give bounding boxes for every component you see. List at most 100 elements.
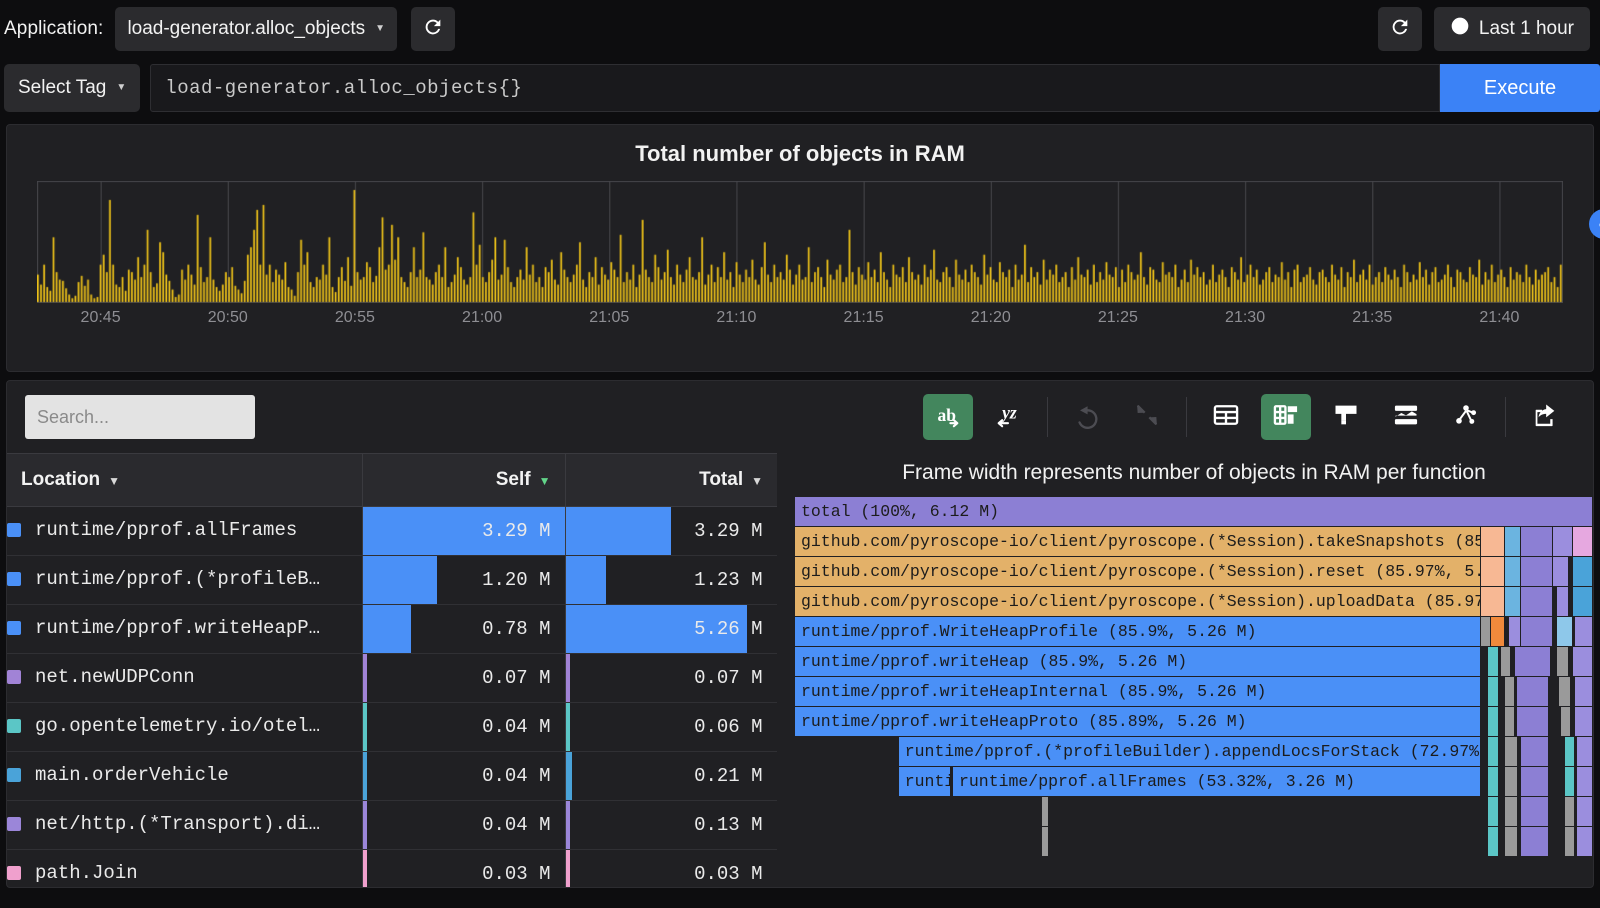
flamegraph-frame[interactable] (1490, 617, 1506, 646)
flamegraph-frame[interactable]: runtime/pprof.writeHeapProto (85.89%, 5.… (795, 707, 1482, 736)
flamegraph-frame[interactable] (1559, 677, 1571, 706)
flamegraph-frame[interactable] (1557, 617, 1574, 646)
flamegraph-frame[interactable] (1565, 767, 1575, 796)
flamegraph-frame[interactable] (1521, 587, 1554, 616)
flamegraph-frame[interactable] (1487, 767, 1499, 796)
application-select[interactable]: load-generator.alloc_objects ▼ (115, 7, 398, 51)
flamegraph-frame[interactable] (1521, 797, 1550, 826)
flamegraph-frame[interactable] (1521, 737, 1550, 766)
flamegraph-frame[interactable] (1505, 827, 1518, 856)
flamegraph-frame[interactable] (1505, 797, 1518, 826)
flamegraph-frame[interactable] (1501, 647, 1511, 676)
refresh-button[interactable] (1377, 7, 1422, 51)
flamegraph-frame[interactable] (1573, 587, 1593, 616)
query-input[interactable] (150, 64, 1440, 112)
flamegraph-frame[interactable]: github.com/pyroscope-io/client/pyroscope… (795, 587, 1482, 616)
flamegraph-frame[interactable] (1481, 587, 1506, 616)
flamegraph-frame[interactable]: runtime/pprof.(*… (898, 767, 951, 796)
flamegraph-frame[interactable] (1487, 827, 1499, 856)
table-row[interactable]: main.orderVehicle 0.04 M 0.21 M (7, 751, 777, 801)
flamegraph-frame[interactable] (1577, 797, 1593, 826)
flamegraph-frame[interactable] (1521, 617, 1554, 646)
flamegraph-frame[interactable] (1561, 707, 1571, 736)
table-row[interactable]: runtime/pprof.(*profileB… 1.20 M 1.23 M (7, 555, 777, 605)
table-row[interactable]: runtime/pprof.allFrames 3.29 M 3.29 M (7, 506, 777, 556)
flamegraph-frame[interactable] (1487, 677, 1499, 706)
flamegraph-frame[interactable] (1487, 737, 1499, 766)
tree-view-button[interactable] (1441, 394, 1491, 440)
time-range-picker[interactable]: Last 1 hour (1433, 7, 1590, 51)
side-panel-toggle[interactable]: ∞ (1589, 209, 1600, 239)
collapse-a-z-button[interactable]: ab (923, 394, 973, 440)
table-row[interactable]: path.Join 0.03 M 0.03 M (7, 849, 777, 887)
flamegraph-frame[interactable] (1487, 707, 1499, 736)
flamegraph-frame[interactable] (1487, 797, 1499, 826)
flamegraph-frame[interactable] (1505, 677, 1515, 706)
flamegraph-frame[interactable]: total (100%, 6.12 M) (795, 497, 1593, 526)
table-row[interactable]: net.newUDPConn 0.07 M 0.07 M (7, 653, 777, 703)
column-header-total[interactable]: Total ▼ (565, 454, 777, 507)
column-header-self[interactable]: Self ▼ (362, 454, 566, 507)
flamegraph-frame[interactable] (1505, 737, 1518, 766)
flamegraph-frame[interactable] (1481, 557, 1506, 586)
flamegraph-frame[interactable] (1505, 707, 1515, 736)
table-view-button[interactable] (1201, 394, 1251, 440)
flamegraph-frame[interactable] (1514, 647, 1551, 676)
flamegraph-frame[interactable] (1509, 617, 1522, 646)
flamegraph-frame[interactable] (1481, 527, 1506, 556)
export-button[interactable] (1520, 394, 1570, 440)
flamegraph-frame[interactable]: runtime/pprof.writeHeapInternal (85.9%, … (795, 677, 1482, 706)
flamegraph-frame[interactable] (1505, 557, 1522, 586)
flamegraph-frame[interactable] (1553, 557, 1570, 586)
table-row[interactable]: runtime/pprof.writeHeapP… 0.78 M 5.26 M (7, 604, 777, 654)
collapse-z-a-button[interactable]: yz (983, 394, 1033, 440)
search-input[interactable] (25, 395, 255, 439)
flamegraph-frame[interactable] (1521, 767, 1550, 796)
flamegraph-frame[interactable] (1517, 707, 1550, 736)
execute-button[interactable]: Execute (1440, 64, 1600, 112)
sandwich-view-button[interactable] (1381, 394, 1431, 440)
flamegraph-frame[interactable] (1521, 827, 1550, 856)
flamegraph-frame[interactable] (1575, 677, 1593, 706)
flamegraph-frame[interactable] (1565, 737, 1575, 766)
flamegraph-frame[interactable] (1565, 827, 1575, 856)
flamegraph-frame[interactable]: runtime/pprof.writeHeap (85.9%, 5.26 M) (795, 647, 1482, 676)
flamegraph-frame[interactable] (1481, 617, 1491, 646)
flamegraph-frame[interactable]: runtime/pprof.(*profileBuilder).appendLo… (898, 737, 1482, 766)
timeline-canvas[interactable] (37, 181, 1563, 303)
flamegraph-frame[interactable] (1577, 737, 1593, 766)
flamegraph-frame[interactable]: github.com/pyroscope-io/client/pyroscope… (795, 557, 1482, 586)
flamegraph-frame[interactable]: runtime/pprof.allFrames (53.32%, 3.26 M) (953, 767, 1482, 796)
flamegraph-frame[interactable] (1573, 557, 1593, 586)
column-header-location[interactable]: Location ▼ (7, 454, 363, 507)
flamegraph-frame[interactable]: github.com/pyroscope-io/client/pyroscope… (795, 527, 1482, 556)
flamegraph-frame[interactable] (1505, 527, 1522, 556)
table-row[interactable]: net/http.(*Transport).di… 0.04 M 0.13 M (7, 800, 777, 850)
flamegraph-frame[interactable] (1575, 707, 1593, 736)
flamegraph-frame[interactable] (1521, 527, 1554, 556)
flamegraph-frame[interactable] (1557, 587, 1570, 616)
flamegraph-frame[interactable] (1487, 647, 1499, 676)
flamegraph-frame[interactable] (1557, 647, 1570, 676)
flamegraph-frame[interactable] (1505, 587, 1522, 616)
flamegraph-frame[interactable] (1517, 677, 1550, 706)
flamegraph-frame[interactable] (1573, 527, 1593, 556)
flamegraph-frame[interactable] (1042, 797, 1050, 826)
select-tag-dropdown[interactable]: Select Tag ▼ (4, 64, 141, 112)
flamegraph-frame[interactable] (1577, 827, 1593, 856)
flamegraph-frame[interactable] (1521, 557, 1554, 586)
timeline-chart[interactable] (37, 181, 1563, 303)
flamegraph-frame[interactable]: runtime/pprof.WriteHeapProfile (85.9%, 5… (795, 617, 1482, 646)
flamegraph-frame[interactable] (1505, 767, 1518, 796)
table-row[interactable]: go.opentelemetry.io/otel… 0.04 M 0.06 M (7, 702, 777, 752)
flamegraph-frame[interactable] (1553, 527, 1574, 556)
flamegraph-frame[interactable] (1575, 617, 1593, 646)
flamegraph[interactable]: total (100%, 6.12 M) github.com/pyroscope… (795, 497, 1593, 856)
flamegraph-frame[interactable] (1573, 647, 1593, 676)
both-view-button[interactable] (1261, 394, 1311, 440)
flamegraph-frame[interactable] (1565, 797, 1575, 826)
flamegraph-frame[interactable] (1577, 767, 1593, 796)
refresh-apps-button[interactable] (411, 7, 456, 51)
flamegraph-frame[interactable] (1042, 827, 1050, 856)
flamegraph-view-button[interactable] (1321, 394, 1371, 440)
